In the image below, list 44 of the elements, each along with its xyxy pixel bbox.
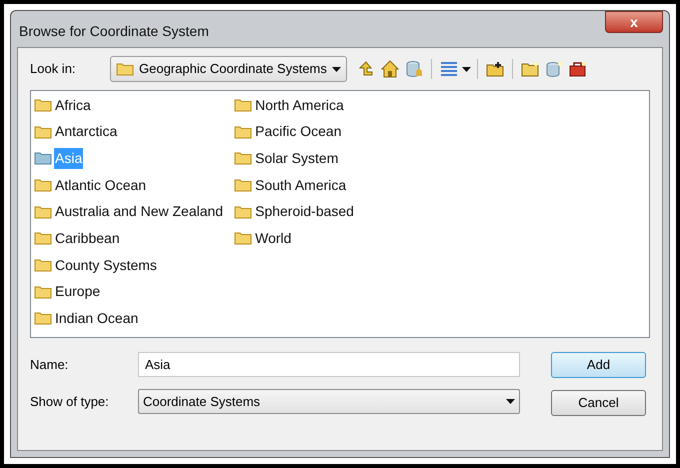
folder-item[interactable]: Spheroid-based bbox=[234, 200, 355, 223]
folder-item[interactable]: South America bbox=[234, 174, 355, 196]
folder-icon bbox=[34, 204, 52, 219]
folder-icon bbox=[234, 98, 252, 112]
folder-icon bbox=[116, 62, 134, 76]
folder-icon bbox=[34, 98, 52, 112]
window-title: Browse for Coordinate System bbox=[19, 22, 209, 41]
folder-icon bbox=[34, 311, 52, 326]
folder-icon bbox=[34, 231, 52, 246]
folder-item[interactable]: Europe bbox=[34, 280, 224, 303]
folder-item[interactable]: Pacific Ocean bbox=[234, 120, 355, 143]
add-button[interactable]: Add bbox=[551, 352, 646, 378]
caret-icon bbox=[506, 399, 515, 404]
name-label: Name: bbox=[30, 356, 70, 374]
view-caret-icon bbox=[462, 66, 471, 72]
folder-icon bbox=[234, 178, 252, 192]
folder-icon bbox=[34, 258, 52, 272]
name-field[interactable]: Asia bbox=[138, 352, 520, 377]
folder-icon bbox=[34, 151, 52, 166]
close-button[interactable]: x bbox=[605, 11, 663, 33]
caret-icon bbox=[332, 66, 341, 72]
type-label: Show of type: bbox=[30, 392, 110, 411]
home-icon[interactable] bbox=[378, 58, 401, 80]
folder-item[interactable]: North America bbox=[234, 94, 355, 116]
type-dropdown[interactable]: Coordinate Systems bbox=[138, 389, 520, 414]
folder-item[interactable]: Solar System bbox=[234, 147, 355, 170]
folder-icon bbox=[234, 231, 252, 246]
folder-item[interactable]: Antarctica bbox=[34, 120, 224, 143]
folder-item[interactable]: World bbox=[234, 227, 355, 250]
folder-icon bbox=[234, 151, 252, 166]
folder-item[interactable]: County Systems bbox=[34, 254, 224, 276]
folder-icon bbox=[34, 124, 52, 139]
look-in-dropdown[interactable]: Geographic Coordinate Systems bbox=[110, 56, 347, 82]
folder-item[interactable]: Atlantic Ocean bbox=[34, 174, 224, 196]
folder-icon bbox=[234, 204, 252, 219]
folder-item[interactable]: Caribbean bbox=[34, 227, 224, 250]
folder-icon bbox=[234, 124, 252, 139]
folder-item[interactable]: Indian Ocean bbox=[34, 307, 224, 330]
cancel-button[interactable]: Cancel bbox=[551, 390, 646, 416]
folder-icon bbox=[34, 284, 52, 299]
look-in-label: Look in: bbox=[30, 60, 77, 78]
folder-icon bbox=[34, 178, 52, 192]
folder-item[interactable]: Africa bbox=[34, 94, 224, 116]
folder-item[interactable]: Australia and New Zealand bbox=[34, 200, 224, 223]
